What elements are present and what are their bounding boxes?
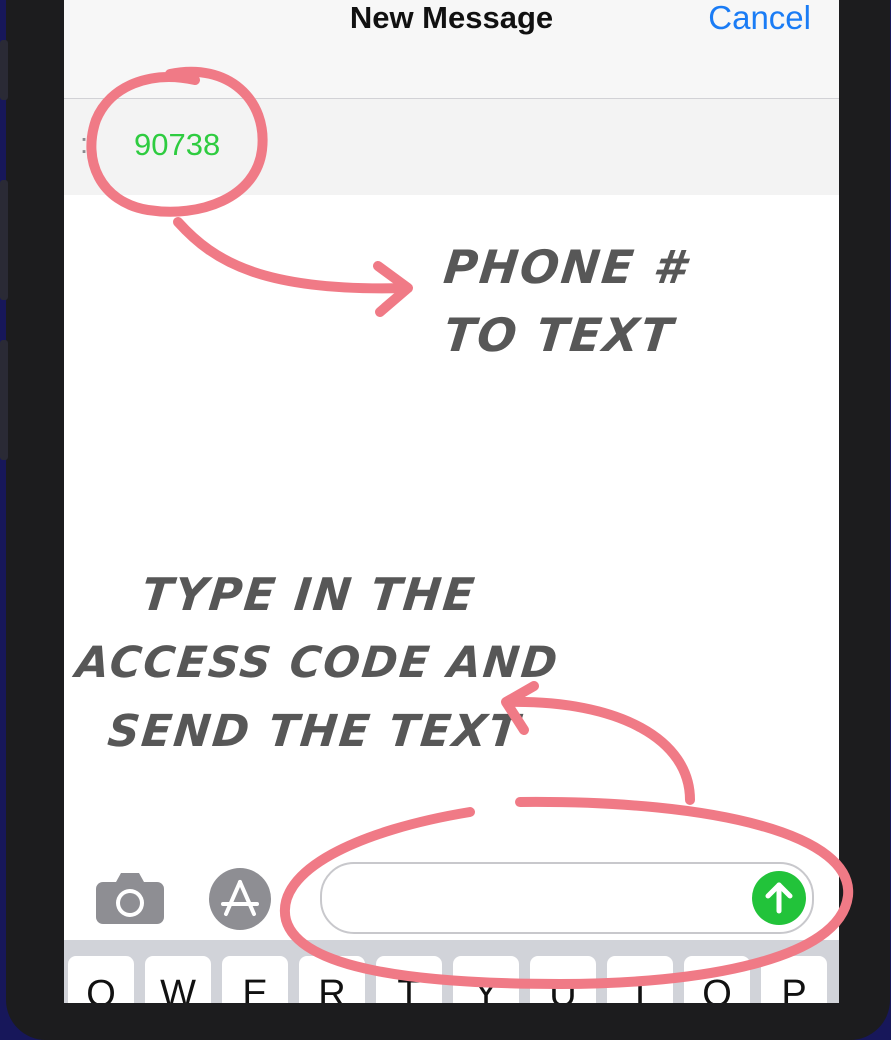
annotation-phone-line-1: PHONE # bbox=[441, 240, 691, 294]
annotation-phone-line-2: TO TEXT bbox=[441, 308, 677, 362]
key-i[interactable]: I bbox=[607, 956, 673, 1003]
key-r[interactable]: R bbox=[299, 956, 365, 1003]
app-store-button[interactable] bbox=[209, 868, 271, 930]
phone-side-button bbox=[0, 40, 8, 100]
message-input[interactable] bbox=[320, 862, 814, 934]
app-store-icon bbox=[221, 880, 259, 916]
recipient-label: : bbox=[80, 128, 89, 160]
messages-screen: New Message Cancel : 90738 Q W E R T Y U… bbox=[64, 0, 839, 1003]
recipient-number[interactable]: 90738 bbox=[134, 127, 220, 163]
key-y[interactable]: Y bbox=[453, 956, 519, 1003]
send-button[interactable] bbox=[752, 871, 806, 925]
camera-button[interactable] bbox=[94, 870, 166, 926]
keyboard: Q W E R T Y U I O P bbox=[64, 940, 839, 1003]
key-t[interactable]: T bbox=[376, 956, 442, 1003]
key-q[interactable]: Q bbox=[68, 956, 134, 1003]
cancel-button[interactable]: Cancel bbox=[708, 0, 811, 36]
camera-icon bbox=[96, 873, 164, 924]
key-w[interactable]: W bbox=[145, 956, 211, 1003]
annotation-type-line-1: TYPE IN THE bbox=[139, 568, 479, 621]
recipient-field[interactable]: : 90738 bbox=[64, 99, 839, 195]
key-o[interactable]: O bbox=[684, 956, 750, 1003]
key-e[interactable]: E bbox=[222, 956, 288, 1003]
phone-volume-up-button bbox=[0, 180, 8, 300]
key-u[interactable]: U bbox=[530, 956, 596, 1003]
annotation-type-line-3: SEND THE TEXT bbox=[105, 706, 524, 757]
navigation-bar: New Message Cancel bbox=[64, 0, 839, 99]
arrow-up-icon bbox=[765, 882, 793, 914]
phone-volume-down-button bbox=[0, 340, 8, 460]
annotation-type-line-2: ACCESS CODE AND bbox=[73, 638, 562, 688]
message-composer-bar bbox=[64, 848, 839, 940]
key-p[interactable]: P bbox=[761, 956, 827, 1003]
